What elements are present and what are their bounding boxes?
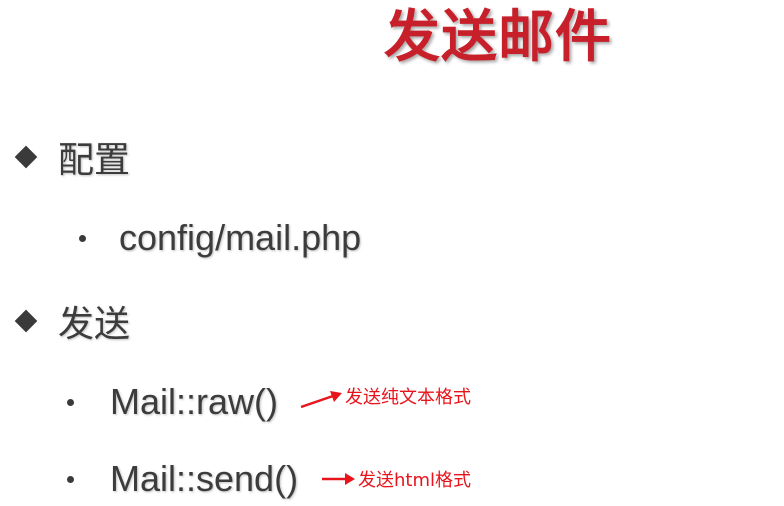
list-item-config-mail: config/mail.php — [79, 216, 361, 260]
item-mail-send-text: Mail::send() — [110, 458, 299, 499]
arrow-right-icon — [322, 473, 355, 485]
diamond-bullet-icon — [15, 146, 37, 168]
annotation-raw-text: 发送纯文本格式 — [345, 387, 471, 408]
list-item-mail-raw: Mail::raw() — [67, 380, 278, 424]
dot-bullet-icon — [67, 398, 74, 406]
arrow-right-icon — [300, 391, 342, 409]
annotation-send: 发送html格式 — [320, 466, 471, 492]
dot-bullet-icon — [67, 475, 74, 483]
dot-bullet-icon — [79, 234, 86, 242]
section-send: 发送 — [12, 296, 130, 346]
diamond-bullet-icon — [15, 310, 37, 332]
section-heading-config: 配置 — [58, 140, 131, 181]
item-mail-raw-text: Mail::raw() — [110, 381, 278, 422]
item-config-mail-text: config/mail.php — [119, 217, 362, 258]
slide-title: 发送邮件 — [384, 5, 612, 70]
list-item-mail-send: Mail::send() — [67, 457, 298, 501]
annotation-raw: 发送纯文本格式 — [299, 382, 471, 410]
annotation-send-text: 发送html格式 — [358, 470, 472, 491]
section-heading-send: 发送 — [58, 304, 131, 345]
section-config: 配置 — [12, 132, 130, 182]
